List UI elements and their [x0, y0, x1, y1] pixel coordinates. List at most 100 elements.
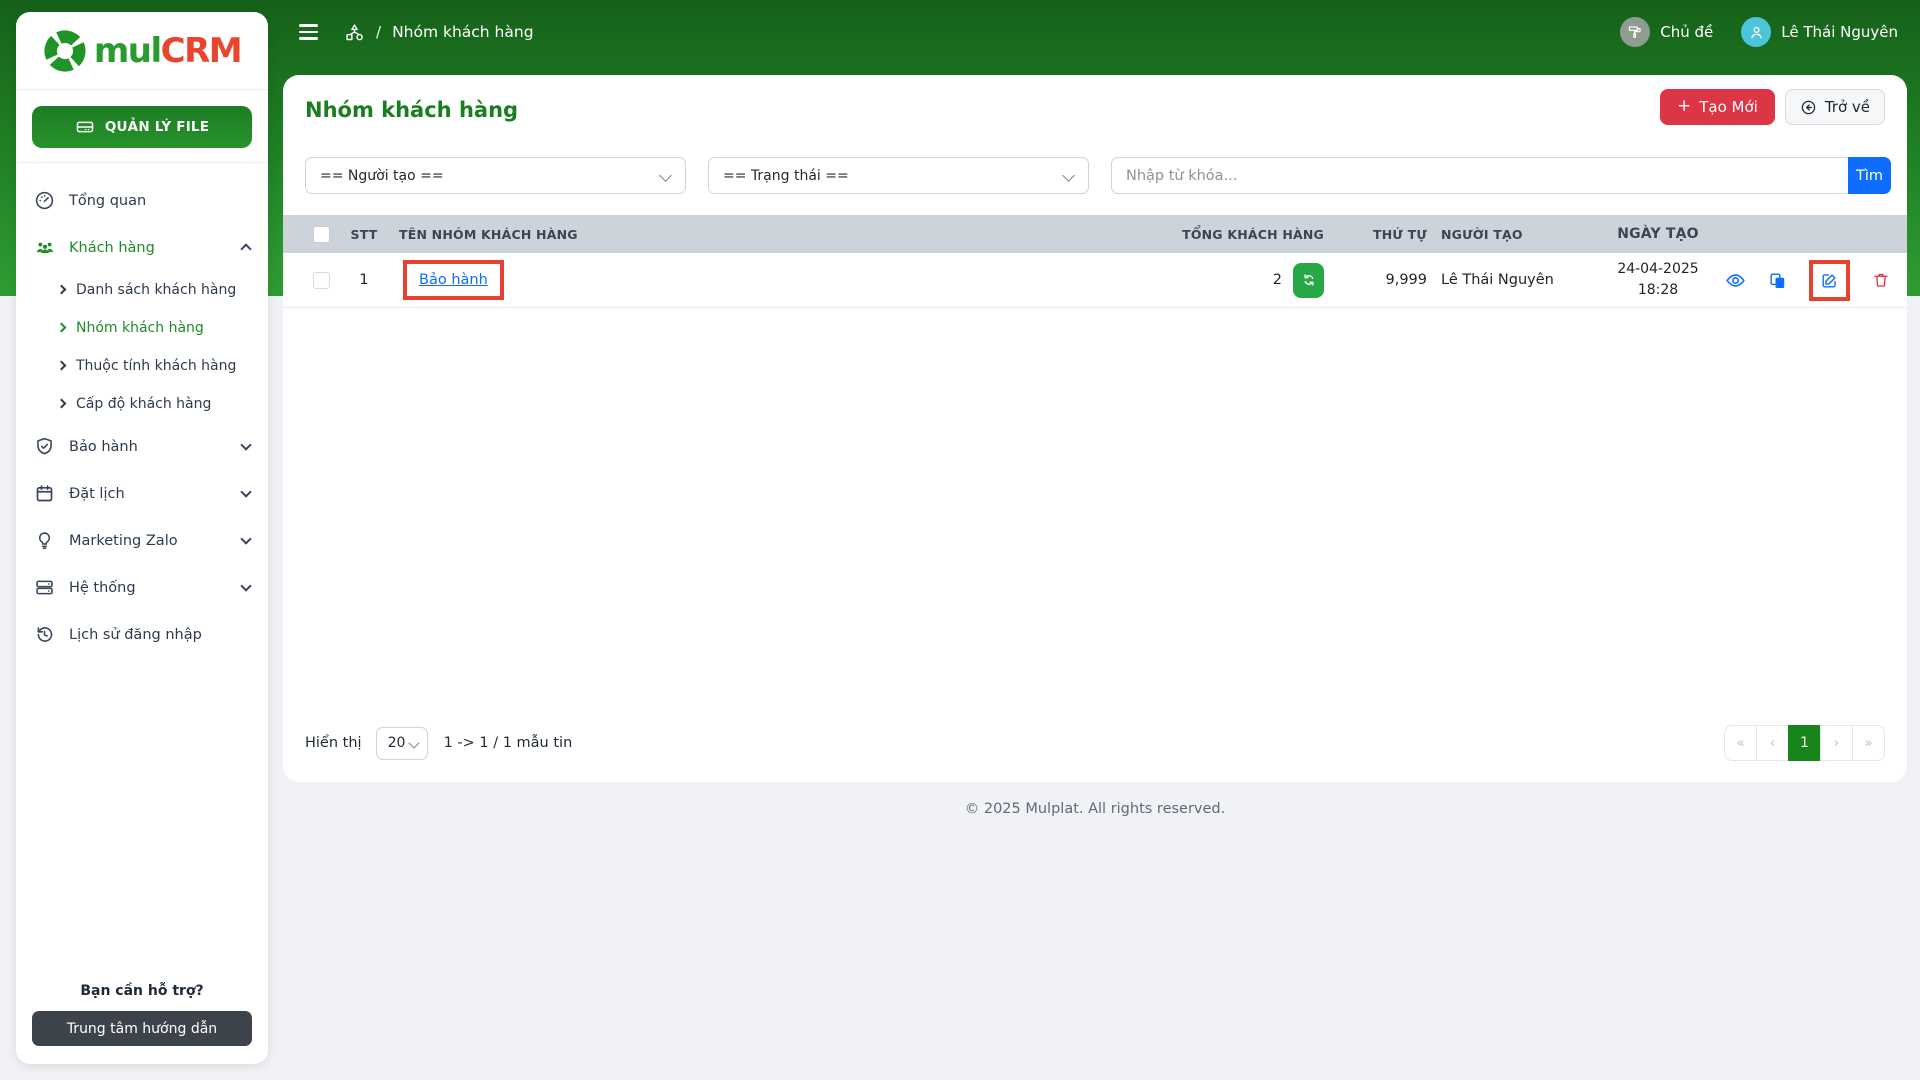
plus-icon: +	[1676, 96, 1692, 116]
theme-label: Chủ đề	[1660, 23, 1714, 41]
sidebar-subitem-danh-sach-khach-hang[interactable]: Danh sách khách hàng	[16, 271, 268, 309]
sidebar-subitem-label: Cấp độ khách hàng	[76, 396, 212, 412]
chevron-down-icon	[240, 439, 252, 451]
creator-filter-value: == Người tạo ==	[320, 167, 444, 184]
sidebar-subitem-label: Nhóm khách hàng	[76, 320, 204, 336]
brand-logo-icon	[43, 29, 87, 73]
topbar: / Nhóm khách hàng Chủ đề Lê Thái Nguyên	[283, 0, 1920, 64]
page-size-select[interactable]: 20	[375, 726, 428, 760]
sidebar-item-tong-quan[interactable]: Tổng quan	[16, 177, 268, 224]
data-table: STT TÊN NHÓM KHÁCH HÀNG TỔNG KHÁCH HÀNG …	[283, 215, 1907, 308]
search-input[interactable]	[1111, 157, 1848, 194]
header-tong-khach-hang: TỔNG KHÁCH HÀNG	[1182, 226, 1324, 242]
breadcrumb: Nhóm khách hàng	[392, 23, 534, 41]
lightbulb-icon	[34, 530, 55, 551]
pagination-first[interactable]: «	[1724, 725, 1757, 761]
sidebar-subitem-thuoc-tinh-khach-hang[interactable]: Thuộc tính khách hàng	[16, 347, 268, 385]
header-buttons: + Tạo Mới Trở về	[1659, 89, 1885, 125]
help-text: Bạn cần hỗ trợ?	[80, 983, 204, 999]
table-footer: Hiển thị 20 1 -> 1 / 1 mẫu tin « ‹ 1 › »	[305, 725, 1885, 761]
row-total-customers: 2	[1272, 272, 1282, 288]
create-new-label: Tạo Mới	[1699, 98, 1758, 116]
sidebar-item-label: Tổng quan	[69, 192, 147, 209]
header-ngay-tao: NGÀY TẠO	[1617, 225, 1699, 242]
user-menu[interactable]: Lê Thái Nguyên	[1741, 17, 1898, 47]
help-center-button[interactable]: Trung tâm hướng dẫn	[32, 1011, 252, 1046]
sidebar-item-lich-su-dang-nhap[interactable]: Lịch sử đăng nhập	[16, 611, 268, 658]
refresh-icon	[1301, 272, 1317, 288]
table-row: 1 Bảo hành 2 9,999 Lê Thái Nguyên 24-04-…	[283, 253, 1907, 308]
header-thu-tu: THỨ TỰ	[1373, 226, 1427, 242]
row-actions	[1713, 259, 1907, 301]
sidebar-item-dat-lich[interactable]: Đặt lịch	[16, 470, 268, 517]
sidebar-subitem-label: Danh sách khách hàng	[76, 282, 237, 298]
view-button[interactable]	[1725, 270, 1746, 291]
row-creator: Lê Thái Nguyên	[1441, 272, 1554, 288]
annotation-box-edit	[1809, 259, 1850, 301]
users-icon	[34, 237, 55, 258]
header-nguoi-tao: NGƯỜI TẠO	[1441, 226, 1523, 242]
row-stt: 1	[359, 272, 369, 288]
select-all-checkbox[interactable]	[313, 225, 330, 243]
brand-logo[interactable]: mulCRM	[16, 12, 268, 90]
pagination-page-1[interactable]: 1	[1788, 725, 1821, 761]
refresh-button[interactable]	[1293, 262, 1324, 298]
calendar-icon	[34, 483, 55, 504]
theme-switcher[interactable]: Chủ đề	[1620, 17, 1713, 47]
pagination-next[interactable]: ›	[1820, 725, 1853, 761]
status-filter-select[interactable]: == Trạng thái ==	[708, 157, 1089, 194]
edit-button[interactable]	[1820, 271, 1839, 290]
copy-button[interactable]	[1768, 271, 1787, 290]
chevron-down-icon	[240, 580, 252, 592]
delete-button[interactable]	[1872, 271, 1890, 289]
eye-icon	[1725, 270, 1746, 291]
sidebar-item-label: Khách hàng	[69, 239, 155, 256]
pagination: « ‹ 1 › »	[1724, 725, 1885, 761]
sidebar-subitem-label: Thuộc tính khách hàng	[76, 358, 237, 374]
file-manager-button[interactable]: QUẢN LÝ FILE	[32, 106, 252, 148]
sidebar-item-he-thong[interactable]: Hệ thống	[16, 564, 268, 611]
topbar-right: Chủ đề Lê Thái Nguyên	[1620, 17, 1898, 47]
hamburger-icon[interactable]	[297, 20, 320, 44]
sidebar-subitem-nhom-khach-hang[interactable]: Nhóm khách hàng	[16, 309, 268, 347]
sidebar-item-label: Bảo hành	[69, 438, 138, 455]
sidebar-item-khach-hang[interactable]: Khách hàng	[16, 224, 268, 271]
brand-name-crm: CRM	[160, 30, 243, 71]
pagination-last[interactable]: »	[1852, 725, 1885, 761]
back-button[interactable]: Trở về	[1784, 89, 1885, 125]
sidebar-help-area: Bạn cần hỗ trợ? Trung tâm hướng dẫn	[16, 983, 268, 1064]
sidebar-item-label: Lịch sử đăng nhập	[69, 626, 202, 643]
create-new-button[interactable]: + Tạo Mới	[1659, 89, 1775, 125]
sidebar-subitem-cap-do-khach-hang[interactable]: Cấp độ khách hàng	[16, 385, 268, 423]
server-icon	[34, 577, 55, 598]
search-button[interactable]: Tìm	[1848, 157, 1891, 194]
chevron-right-icon	[56, 360, 67, 370]
sidebar-item-bao-hanh[interactable]: Bảo hành	[16, 423, 268, 470]
harddrive-icon	[75, 117, 95, 137]
user-avatar-icon	[1741, 17, 1772, 47]
shield-check-icon	[34, 436, 55, 457]
header-ten-nhom: TÊN NHÓM KHÁCH HÀNG	[399, 226, 578, 242]
sitemap-icon[interactable]	[344, 22, 365, 43]
table-header-row: STT TÊN NHÓM KHÁCH HÀNG TỔNG KHÁCH HÀNG …	[283, 215, 1907, 253]
row-date: 24-04-2025	[1617, 261, 1699, 277]
pagination-prev[interactable]: ‹	[1756, 725, 1789, 761]
range-text: 1 -> 1 / 1 mẫu tin	[443, 735, 573, 751]
group-name-link[interactable]: Bảo hành	[419, 272, 488, 288]
breadcrumb-separator: /	[376, 23, 382, 41]
sidebar-item-label: Marketing Zalo	[69, 532, 178, 549]
user-name: Lê Thái Nguyên	[1781, 23, 1898, 41]
sidebar-item-label: Đặt lịch	[69, 485, 125, 502]
row-checkbox[interactable]	[313, 271, 330, 289]
sidebar-item-marketing-zalo[interactable]: Marketing Zalo	[16, 517, 268, 564]
sidebar: mulCRM QUẢN LÝ FILE Tổng quan Khách hàng…	[16, 12, 268, 1064]
row-order: 9,999	[1385, 272, 1427, 288]
history-icon	[34, 624, 55, 645]
brand-logo-text: mulCRM	[94, 30, 243, 71]
chevron-right-icon	[56, 322, 67, 332]
creator-filter-select[interactable]: == Người tạo ==	[305, 157, 686, 194]
back-circle-icon	[1800, 99, 1817, 116]
main-content-card: Nhóm khách hàng + Tạo Mới Trở về == Ngườ…	[283, 75, 1907, 782]
edit-icon	[1820, 271, 1839, 290]
sidebar-item-label: Hệ thống	[69, 579, 136, 596]
